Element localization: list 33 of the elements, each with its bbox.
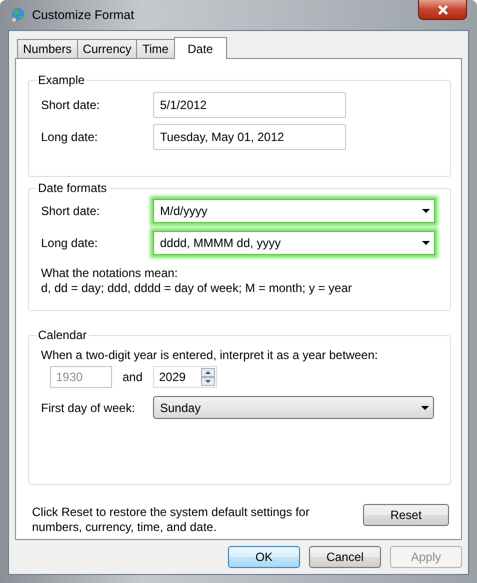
- globe-icon: [10, 7, 26, 23]
- tab[interactable]: Currency: [76, 39, 138, 58]
- caret-icon: [422, 209, 430, 213]
- group-title: Date formats: [37, 181, 108, 195]
- field-label: Short date:: [41, 204, 101, 218]
- field-label: Long date:: [41, 236, 99, 250]
- caret-icon: [421, 406, 429, 410]
- group-title: Example: [37, 73, 86, 87]
- field-label: Long date:: [41, 130, 99, 144]
- notation-title: What the notations mean:: [41, 266, 179, 281]
- example-field: 5/1/2012: [153, 92, 346, 118]
- notation-text: d, dd = day; ddd, dddd = day of week; M = month; y = year: [41, 281, 353, 296]
- first-day-dropdown[interactable]: Sunday: [153, 396, 434, 419]
- two-digit-year-label: When a two-digit year is entered, interpret it as a year between:: [41, 348, 379, 363]
- field-label: Short date:: [41, 98, 101, 112]
- year-spin-field[interactable]: 2029: [153, 366, 217, 388]
- tab[interactable]: Time: [136, 39, 175, 58]
- group-title: Calendar: [37, 328, 88, 342]
- format-dropdown[interactable]: M/d/yyyy: [153, 199, 435, 223]
- window-title: Customize Format: [32, 8, 134, 22]
- close-icon: [436, 4, 448, 14]
- dialog-button[interactable]: OK: [228, 546, 300, 568]
- tab[interactable]: Date: [174, 37, 227, 59]
- example-field: Tuesday, May 01, 2012: [153, 124, 346, 150]
- dialog-button[interactable]: Cancel: [309, 546, 381, 568]
- field-label: First day of week:: [41, 400, 136, 414]
- and-label: and: [121, 370, 144, 384]
- reset-button[interactable]: Reset: [363, 504, 449, 526]
- tab[interactable]: Numbers: [17, 39, 78, 58]
- format-dropdown[interactable]: dddd, MMMM dd, yyyy: [153, 231, 435, 255]
- reset-note: Click Reset to restore the system default settings for numbers, currency, time, and date.: [32, 505, 310, 535]
- caret-icon: [422, 241, 430, 245]
- close-button[interactable]: [418, 0, 467, 20]
